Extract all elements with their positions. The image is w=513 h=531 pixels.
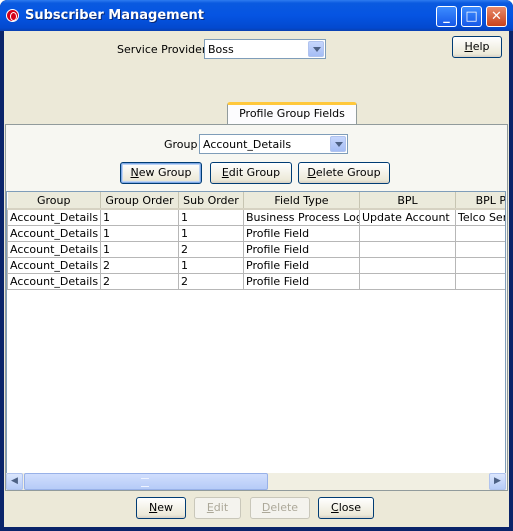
table-cell: 1 xyxy=(178,256,244,274)
window: Subscriber Management _ □ ✕ Service Prov… xyxy=(0,0,513,531)
table-cell: 1 xyxy=(178,208,244,226)
column-header-bpl-perm[interactable]: BPL Perm xyxy=(455,192,505,210)
table-cell: Telco Serv xyxy=(455,208,505,226)
scrollbar-thumb[interactable] xyxy=(24,473,268,490)
edit-button[interactable]: Edit xyxy=(194,497,241,519)
chevron-down-icon[interactable] xyxy=(330,136,346,152)
table-cell: Account_Details xyxy=(7,240,101,258)
client-area: Service Provider Boss Help Profile Group… xyxy=(4,31,509,527)
table-cell: Account_Details xyxy=(7,256,101,274)
table-cell: 2 xyxy=(178,240,244,258)
delete-group-button[interactable]: Delete Group xyxy=(298,162,390,184)
group-select[interactable]: Account_Details xyxy=(199,134,348,154)
horizontal-scrollbar[interactable]: ◀ ▶ xyxy=(6,473,506,490)
column-header-group[interactable]: Group xyxy=(7,192,101,210)
table-cell: Profile Field xyxy=(243,256,360,274)
table-cell xyxy=(359,272,456,290)
table-cell xyxy=(455,240,505,258)
table-cell xyxy=(455,224,505,242)
window-title: Subscriber Management xyxy=(25,8,204,23)
table-cell: Account_Details xyxy=(7,272,101,290)
table-cell: Business Process Logic xyxy=(243,208,360,226)
close-window-button[interactable]: ✕ xyxy=(486,6,507,27)
table-cell xyxy=(455,256,505,274)
title-bar[interactable]: Subscriber Management _ □ ✕ xyxy=(0,0,513,31)
help-button[interactable]: Help xyxy=(452,36,502,58)
close-button[interactable]: Close xyxy=(318,497,374,519)
table-cell xyxy=(359,240,456,258)
group-label: Group xyxy=(164,138,198,151)
table-cell: Update Account xyxy=(359,208,456,226)
table-cell: 1 xyxy=(100,224,179,242)
new-group-button[interactable]: New Group xyxy=(120,162,202,184)
table-header-row: Group Group Order Sub Order Field Type B… xyxy=(7,192,505,210)
table-cell: 2 xyxy=(178,272,244,290)
table-cell: Profile Field xyxy=(243,224,360,242)
fields-table[interactable]: Group Group Order Sub Order Field Type B… xyxy=(6,191,506,488)
service-provider-value: Boss xyxy=(208,43,234,56)
table-cell: 1 xyxy=(100,240,179,258)
table-cell xyxy=(455,272,505,290)
table-cell: Profile Field xyxy=(243,240,360,258)
table-cell xyxy=(359,256,456,274)
minimize-button[interactable]: _ xyxy=(436,6,457,27)
chevron-down-icon[interactable] xyxy=(308,41,324,57)
new-button[interactable]: New xyxy=(136,497,186,519)
column-header-field-type[interactable]: Field Type xyxy=(243,192,360,210)
tab-profile-group-fields[interactable]: Profile Group Fields xyxy=(227,102,357,124)
table-row[interactable]: Account_Details 2 1 Profile Field xyxy=(7,256,505,274)
maximize-button[interactable]: □ xyxy=(461,6,482,27)
column-header-sub-order[interactable]: Sub Order xyxy=(178,192,244,210)
oracle-app-icon xyxy=(6,9,19,22)
table-cell: Account_Details xyxy=(7,224,101,242)
table-row[interactable]: Account_Details 1 1 Profile Field xyxy=(7,224,505,242)
table-row[interactable]: Account_Details 2 2 Profile Field xyxy=(7,272,505,290)
scroll-left-icon[interactable]: ◀ xyxy=(6,473,23,490)
column-header-group-order[interactable]: Group Order xyxy=(100,192,179,210)
table-cell: Account_Details xyxy=(7,208,101,226)
service-provider-select[interactable]: Boss xyxy=(204,39,326,59)
table-cell: 1 xyxy=(100,208,179,226)
scroll-right-icon[interactable]: ▶ xyxy=(489,473,506,490)
table-cell: 2 xyxy=(100,272,179,290)
column-header-bpl[interactable]: BPL xyxy=(359,192,456,210)
table-cell: 2 xyxy=(100,256,179,274)
service-provider-label: Service Provider xyxy=(117,43,207,56)
group-value: Account_Details xyxy=(203,138,292,151)
table-row[interactable]: Account_Details 1 2 Profile Field xyxy=(7,240,505,258)
delete-button[interactable]: Delete xyxy=(250,497,310,519)
edit-group-button[interactable]: Edit Group xyxy=(210,162,292,184)
table-cell: 1 xyxy=(178,224,244,242)
table-cell: Profile Field xyxy=(243,272,360,290)
table-cell xyxy=(359,224,456,242)
table-row[interactable]: Account_Details 1 1 Business Process Log… xyxy=(7,208,505,226)
